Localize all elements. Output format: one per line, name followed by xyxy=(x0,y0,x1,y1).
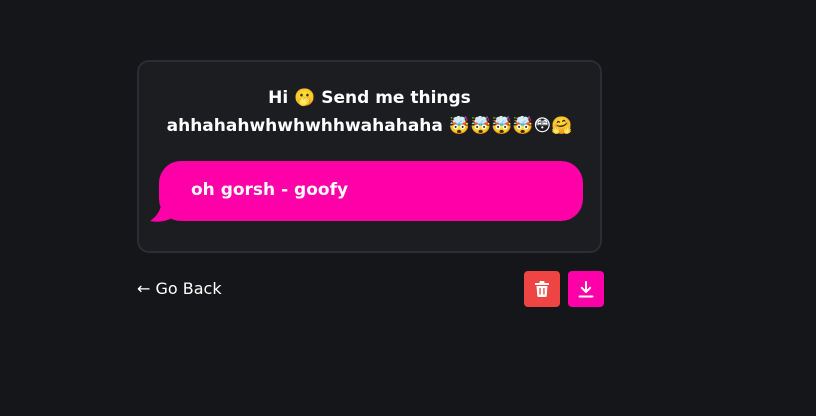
message-text: oh gorsh - goofy xyxy=(191,180,349,200)
trash-icon xyxy=(535,281,549,297)
download-icon xyxy=(578,280,594,297)
delete-button[interactable] xyxy=(524,271,560,307)
go-back-link[interactable]: ← Go Back xyxy=(137,279,222,299)
page: Hi 🫢 Send me things ahhahahwhwhwhhwahaha… xyxy=(0,0,816,416)
download-button[interactable] xyxy=(568,271,604,307)
prompt-text: Hi 🫢 Send me things ahhahahwhwhwhhwahaha… xyxy=(139,84,600,140)
prompt-line-2: ahhahahwhwhwhhwahahaha 🤯🤯🤯🤯😳🤗 xyxy=(166,116,573,136)
message-card: Hi 🫢 Send me things ahhahahwhwhwhhwahaha… xyxy=(137,60,602,253)
prompt-line-1: Hi 🫢 Send me things xyxy=(268,88,471,108)
message-bubble: oh gorsh - goofy xyxy=(159,161,583,221)
